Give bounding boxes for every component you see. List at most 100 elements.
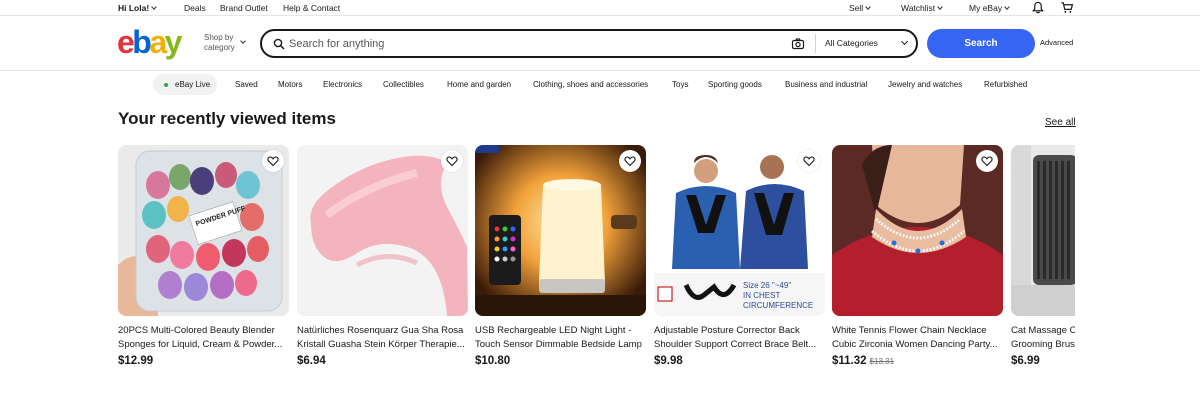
cart-icon[interactable] xyxy=(1060,1,1074,14)
watchlist-heart-button[interactable] xyxy=(619,150,641,172)
watchlist-heart-button[interactable] xyxy=(798,150,820,172)
greeting-menu[interactable]: Hi Lola! xyxy=(118,3,158,13)
category-label: category xyxy=(204,43,235,52)
nav-link-sporting-goods[interactable]: Sporting goods xyxy=(708,80,762,89)
nav-link-clothing[interactable]: Clothing, shoes and accessories xyxy=(533,80,648,89)
search-button[interactable]: Search xyxy=(927,29,1035,58)
advanced-search-link[interactable]: Advanced xyxy=(1040,38,1073,47)
product-price: $6.99 xyxy=(1011,355,1075,367)
price-value: $11.32 xyxy=(832,355,867,367)
camera-icon[interactable] xyxy=(791,37,805,51)
see-all-link[interactable]: See all xyxy=(1045,117,1076,128)
chevron-down-icon xyxy=(900,37,909,46)
product-price: $11.32 $13.31 xyxy=(832,355,1003,367)
product-title[interactable]: White Tennis Flower Chain Necklace Cubic… xyxy=(832,324,1003,351)
product-title[interactable]: Adjustable Posture Corrector Back Should… xyxy=(654,324,825,351)
product-image[interactable]: Size 26 "~49" IN CHEST CIRCUMFERENCE xyxy=(654,145,825,316)
brand-outlet-link[interactable]: Brand Outlet xyxy=(220,3,268,13)
size-text: Size 26 "~49" xyxy=(743,281,791,290)
my-ebay-label: My eBay xyxy=(969,3,1003,13)
price-value: $9.98 xyxy=(654,355,683,367)
notification-bell-icon[interactable] xyxy=(1031,1,1045,14)
nav-link-motors[interactable]: Motors xyxy=(278,80,302,89)
product-card[interactable]: White Tennis Flower Chain Necklace Cubic… xyxy=(832,145,1003,367)
sell-menu[interactable]: Sell xyxy=(849,3,872,13)
gua-sha-stone-image xyxy=(297,145,468,316)
live-dot-icon xyxy=(164,83,168,87)
nav-link-home-garden[interactable]: Home and garden xyxy=(447,80,511,89)
deals-link[interactable]: Deals xyxy=(184,3,206,13)
product-title[interactable]: Natürliches Rosenquarz Gua Sha Rosa Kris… xyxy=(297,324,468,351)
watchlist-heart-button[interactable] xyxy=(976,150,998,172)
cat-grooming-brush-image xyxy=(1011,145,1075,316)
ebay-live-label: eBay Live xyxy=(175,80,211,89)
logo-letter-y: y xyxy=(164,24,183,60)
nav-link-electronics[interactable]: Electronics xyxy=(323,80,362,89)
nav-link-saved[interactable]: Saved xyxy=(235,80,258,89)
ebay-live-chip[interactable]: eBay Live xyxy=(153,74,217,95)
sell-label: Sell xyxy=(849,3,864,13)
heart-icon xyxy=(267,156,279,167)
product-title-line: Natürliches Rosenquarz Gua Sha Rosa xyxy=(297,325,464,336)
chest-text: IN CHEST xyxy=(743,291,780,300)
chevron-down-icon xyxy=(865,4,872,10)
nav-link-business[interactable]: Business and industrial xyxy=(785,80,867,89)
price-value: $12.99 xyxy=(118,355,154,367)
product-title[interactable]: USB Rechargeable LED Night Light - Touch… xyxy=(475,324,646,351)
product-title-line: White Tennis Flower Chain Necklace xyxy=(832,325,987,336)
recently-viewed-carousel: POWDER PUFF 20PCS Multi-Colored Beauty B… xyxy=(118,145,1075,397)
product-price: $12.99 xyxy=(118,355,289,367)
nav-link-refurbished[interactable]: Refurbished xyxy=(984,80,1027,89)
chevron-down-icon xyxy=(151,4,158,10)
led-night-light-image xyxy=(475,145,646,316)
category-select[interactable]: All Categories xyxy=(825,38,878,48)
shop-by-label: Shop by xyxy=(204,33,234,42)
product-image[interactable] xyxy=(1011,145,1075,316)
product-image[interactable] xyxy=(297,145,468,316)
section-title: Your recently viewed items xyxy=(118,109,336,128)
category-nav: eBay Live Saved Motors Electronics Colle… xyxy=(0,71,1200,99)
chevron-down-icon xyxy=(1004,4,1010,10)
tennis-necklace-image xyxy=(832,145,1003,316)
product-card[interactable]: Natürliches Rosenquarz Gua Sha Rosa Kris… xyxy=(297,145,468,367)
product-card[interactable]: POWDER PUFF 20PCS Multi-Colored Beauty B… xyxy=(118,145,289,367)
nav-link-jewelry[interactable]: Jewelry and watches xyxy=(888,80,962,89)
nav-link-collectibles[interactable]: Collectibles xyxy=(383,80,424,89)
product-title-line: 20PCS Multi-Colored Beauty Blender xyxy=(118,325,275,336)
price-value: $6.94 xyxy=(297,355,326,367)
circumference-text: CIRCUMFERENCE xyxy=(743,301,813,310)
product-title-line: USB Rechargeable LED Night Light - xyxy=(475,325,632,336)
original-price: $13.31 xyxy=(869,357,895,366)
search-input[interactable] xyxy=(289,35,769,53)
watchlist-heart-button[interactable] xyxy=(262,150,284,172)
product-price: $9.98 xyxy=(654,355,825,367)
product-title-line: Grooming Brus xyxy=(1011,338,1075,350)
posture-corrector-image: Size 26 "~49" IN CHEST CIRCUMFERENCE xyxy=(654,145,825,316)
product-image[interactable] xyxy=(475,145,646,316)
product-image[interactable]: POWDER PUFF xyxy=(118,145,289,316)
my-ebay-menu[interactable]: My eBay xyxy=(969,3,1010,13)
ebay-logo[interactable]: ebay xyxy=(117,24,183,60)
heart-icon xyxy=(446,156,458,167)
header: ebay Shop by category All Categories Sea… xyxy=(0,16,1200,71)
nav-link-toys[interactable]: Toys xyxy=(672,80,688,89)
search-icon xyxy=(273,38,285,50)
product-card[interactable]: Size 26 "~49" IN CHEST CIRCUMFERENCE Adj… xyxy=(654,145,825,367)
help-contact-link[interactable]: Help & Contact xyxy=(283,3,340,13)
product-title-line: Shoulder Support Correct Brace Belt... xyxy=(654,338,817,350)
product-image[interactable] xyxy=(832,145,1003,316)
watchlist-menu[interactable]: Watchlist xyxy=(901,3,944,13)
product-price: $10.80 xyxy=(475,355,646,367)
shop-by-category-button[interactable]: Shop by category xyxy=(204,33,235,53)
chevron-down-icon xyxy=(937,4,944,10)
product-title-line: Kristall Guasha Stein Körper Therapie... xyxy=(297,338,465,350)
product-card[interactable]: USB Rechargeable LED Night Light - Touch… xyxy=(475,145,646,367)
product-title-line: Cubic Zirconia Women Dancing Party... xyxy=(832,338,998,350)
product-card[interactable]: Cat Massage C Grooming Brus $6.99 xyxy=(1011,145,1075,367)
product-title[interactable]: 20PCS Multi-Colored Beauty Blender Spong… xyxy=(118,324,289,351)
watchlist-heart-button[interactable] xyxy=(441,150,463,172)
product-title-line: Cat Massage C xyxy=(1011,325,1075,336)
beauty-sponges-image: POWDER PUFF xyxy=(118,145,289,316)
product-title-line: Adjustable Posture Corrector Back xyxy=(654,325,800,336)
product-title[interactable]: Cat Massage C Grooming Brus xyxy=(1011,324,1075,351)
